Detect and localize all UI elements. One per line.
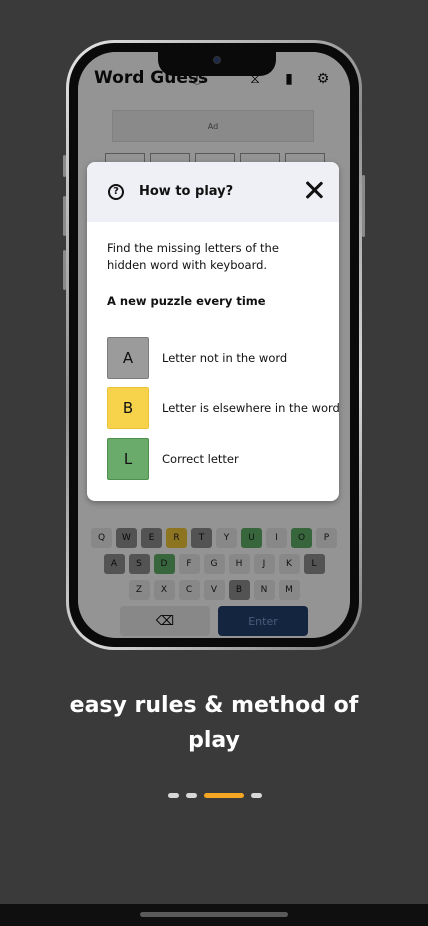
legend-text: Correct letter	[162, 452, 239, 466]
caption-line: play	[188, 728, 240, 753]
how-to-play-dialog: ? How to play? Find the missing letters …	[87, 162, 339, 501]
dialog-title: How to play?	[139, 184, 234, 199]
onboarding-caption: easy rules & method of play	[0, 688, 428, 758]
page-dot[interactable]	[168, 793, 179, 798]
caption-line: easy rules & method of	[69, 693, 359, 718]
legend-tile: L	[107, 438, 149, 480]
help-icon: ?	[108, 184, 124, 200]
close-icon[interactable]	[303, 179, 325, 201]
legend-text: Letter not in the word	[162, 351, 288, 365]
legend-item-absent: A Letter not in the word	[107, 337, 287, 379]
legend-item-present: B Letter is elsewhere in the word	[107, 387, 339, 429]
legend-tile: A	[107, 337, 149, 379]
page-dot[interactable]	[186, 793, 197, 798]
power-button	[362, 175, 365, 237]
volume-down-button	[63, 250, 66, 290]
system-nav-bar	[0, 904, 428, 926]
mute-switch	[63, 155, 66, 177]
page-indicator	[168, 793, 262, 798]
camera-icon	[213, 56, 221, 64]
legend-text: Letter is elsewhere in the word	[162, 401, 339, 415]
dialog-description: Find the missing letters of the hidden w…	[107, 241, 279, 272]
page-dot[interactable]	[251, 793, 262, 798]
volume-up-button	[63, 196, 66, 236]
home-indicator[interactable]	[140, 912, 288, 917]
legend-item-correct: L Correct letter	[107, 438, 239, 480]
phone-notch	[158, 52, 276, 76]
dialog-subtitle: A new puzzle every time	[107, 294, 266, 308]
page-dot-active[interactable]	[204, 793, 244, 798]
dialog-header: ? How to play?	[87, 162, 339, 222]
legend-tile: B	[107, 387, 149, 429]
